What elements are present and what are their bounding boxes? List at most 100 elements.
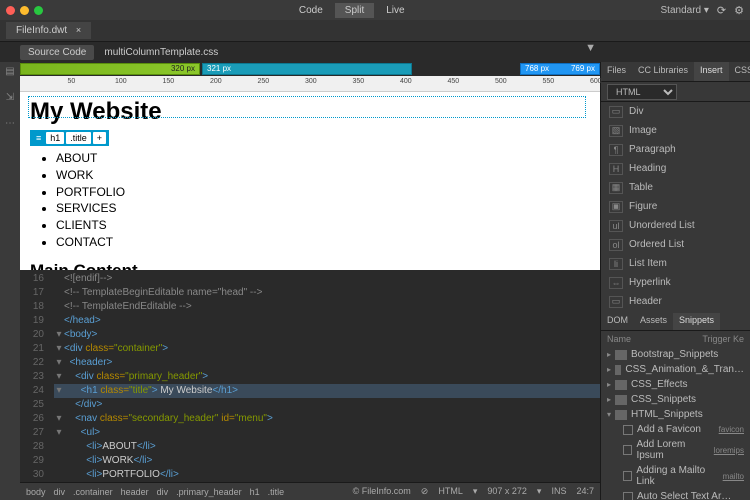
insert-item[interactable]: HHeading (601, 159, 750, 178)
ruler-mark: 200 (210, 78, 222, 85)
insert-item[interactable]: ⇔Hyperlink (601, 273, 750, 292)
hud-add[interactable]: + (93, 132, 106, 144)
preview-h1[interactable]: My Website (30, 98, 590, 126)
breadcrumb-item[interactable]: body (26, 487, 46, 497)
code-line[interactable]: <!-- TemplateEndEditable --> (54, 300, 600, 314)
insert-item[interactable]: ▦Table (601, 178, 750, 197)
breadcrumb-item[interactable]: .title (268, 487, 285, 497)
code-line[interactable]: </div> (54, 398, 600, 412)
mq-segment-blue[interactable] (520, 63, 600, 75)
tag-selector-breadcrumb[interactable]: bodydiv.containerheaderdiv.primary_heade… (20, 487, 353, 497)
snippet-item[interactable]: Adding a Mailto Linkmailto (601, 463, 750, 489)
insert-item-icon: H (609, 163, 623, 175)
insert-item-icon: ▭ (609, 296, 623, 308)
breadcrumb-item[interactable]: h1 (250, 487, 260, 497)
snippet-folder[interactable]: CSS_Effects (601, 377, 750, 392)
code-line[interactable]: <li>PORTFOLIO</li> (54, 468, 600, 482)
code-editor-pane[interactable]: 1617181920212223242526272829303132333435… (20, 270, 600, 482)
code-line[interactable]: <!-- TemplateBeginEditable name="head" -… (54, 286, 600, 300)
mq-segment-teal[interactable] (202, 63, 412, 75)
code-line[interactable]: ▾<div class="container"> (54, 342, 600, 356)
preview-h2[interactable]: Main Content (30, 261, 590, 270)
code-line[interactable]: ▾ <header> (54, 356, 600, 370)
breadcrumb-item[interactable]: header (121, 487, 149, 497)
ruler-mark: 350 (353, 78, 365, 85)
insert-item[interactable]: ▧Image (601, 121, 750, 140)
code-line[interactable]: ▾ <div class="primary_header"> (54, 370, 600, 384)
snippet-folder[interactable]: CSS_Animation_&_Tran… (601, 362, 750, 377)
hud-menu-icon[interactable]: ≡ (32, 133, 45, 143)
code-line[interactable]: ▾ <ul> (54, 426, 600, 440)
breadcrumb-item[interactable]: div (157, 487, 169, 497)
code-line[interactable]: <![endif]--> (54, 272, 600, 286)
snippet-item[interactable]: Auto Select Text Ar… (601, 489, 750, 500)
close-tab-icon[interactable]: × (76, 25, 81, 35)
element-selector-hud[interactable]: ≡ h1 .title + (30, 130, 109, 146)
snippet-folder[interactable]: HTML_Snippets (601, 407, 750, 422)
media-query-bar[interactable] (20, 62, 600, 76)
workspace-dropdown[interactable]: Standard ▾ (661, 5, 709, 16)
snippet-folder[interactable]: Bootstrap_Snippets (601, 347, 750, 362)
subtab-source-code[interactable]: Source Code (20, 45, 94, 60)
preview-nav-item[interactable]: WORK (56, 167, 590, 184)
preview-nav-item[interactable]: ABOUT (56, 150, 590, 167)
snippet-icon (623, 445, 632, 455)
view-mode-split[interactable]: Split (335, 3, 374, 18)
insert-item[interactable]: liList Item (601, 254, 750, 273)
minimize-window-button[interactable] (20, 6, 29, 15)
snippet-item[interactable]: Add Lorem Ipsumloremips (601, 437, 750, 463)
file-tab-active[interactable]: FileInfo.dwt × (6, 22, 91, 39)
bottom-panel-tab[interactable]: Snippets (673, 313, 720, 330)
preview-nav-item[interactable]: SERVICES (56, 200, 590, 217)
panel-tab[interactable]: Files (601, 62, 632, 81)
panel-tab[interactable]: CSS Design (729, 62, 750, 81)
code-line[interactable]: </head> (54, 314, 600, 328)
bottom-panel-tab[interactable]: DOM (601, 313, 634, 330)
maximize-window-button[interactable] (34, 6, 43, 15)
view-mode-code[interactable]: Code (289, 3, 333, 18)
insert-item[interactable]: ulUnordered List (601, 216, 750, 235)
lang-indicator[interactable]: HTML (438, 486, 463, 497)
code-line[interactable]: ▾<body> (54, 328, 600, 342)
live-preview-pane[interactable]: My Website ≡ h1 .title + ABOUTWORKPORTFO… (20, 92, 600, 270)
insert-category-dropdown[interactable]: HTML (607, 84, 677, 100)
settings-gear-icon[interactable]: ⚙ (734, 4, 744, 17)
hud-tag[interactable]: h1 (46, 132, 64, 144)
insert-item[interactable]: ▭Header (601, 292, 750, 311)
preview-nav-item[interactable]: CLIENTS (56, 217, 590, 234)
code-line[interactable]: ▾ <nav class="secondary_header" id="menu… (54, 412, 600, 426)
code-line[interactable]: <li>ABOUT</li> (54, 440, 600, 454)
subtab-css-file[interactable]: multiColumnTemplate.css (96, 45, 226, 60)
titlebar: Code Split Live Standard ▾ ⟳ ⚙ (0, 0, 750, 20)
code-line[interactable]: ▾ <h1 class="title"> My Website</h1> (54, 384, 600, 398)
sync-icon[interactable]: ⟳ (717, 4, 726, 17)
view-mode-live[interactable]: Live (376, 3, 414, 18)
mq-segment-green[interactable] (20, 63, 200, 75)
breadcrumb-item[interactable]: .container (73, 487, 113, 497)
code-line[interactable]: <li>WORK</li> (54, 454, 600, 468)
bottom-panel-tab[interactable]: Assets (634, 313, 673, 330)
insert-item[interactable]: olOrdered List (601, 235, 750, 254)
breadcrumb-item[interactable]: div (54, 487, 66, 497)
preview-nav-item[interactable]: PORTFOLIO (56, 184, 590, 201)
errors-icon[interactable]: ⊘ (421, 486, 429, 497)
panel-tab[interactable]: Insert (694, 62, 729, 81)
snippet-folder[interactable]: CSS_Snippets (601, 392, 750, 407)
filter-icon[interactable]: ▼ (585, 42, 596, 54)
insert-item[interactable]: ▭Div (601, 102, 750, 121)
breadcrumb-item[interactable]: .primary_header (176, 487, 242, 497)
hud-class[interactable]: .title (66, 132, 91, 144)
insert-item[interactable]: ▣Figure (601, 197, 750, 216)
close-window-button[interactable] (6, 6, 15, 15)
panel-tab[interactable]: CC Libraries (632, 62, 694, 81)
snippets-tree[interactable]: Bootstrap_SnippetsCSS_Animation_&_Tran…C… (601, 347, 750, 500)
snippet-item[interactable]: Add a Faviconfavicon (601, 422, 750, 437)
insert-item[interactable]: ¶Paragraph (601, 140, 750, 159)
expand-icon[interactable]: ⇲ (4, 92, 16, 104)
insert-mode[interactable]: INS (551, 486, 566, 497)
preview-nav-item[interactable]: CONTACT (56, 234, 590, 251)
right-panel-dock: FilesCC LibrariesInsertCSS Design HTML ▭… (600, 62, 750, 500)
file-management-icon[interactable]: ▤ (4, 66, 16, 78)
more-icon[interactable]: ⋯ (4, 118, 16, 130)
code-content[interactable]: <![endif]--> <!-- TemplateBeginEditable … (50, 270, 600, 482)
